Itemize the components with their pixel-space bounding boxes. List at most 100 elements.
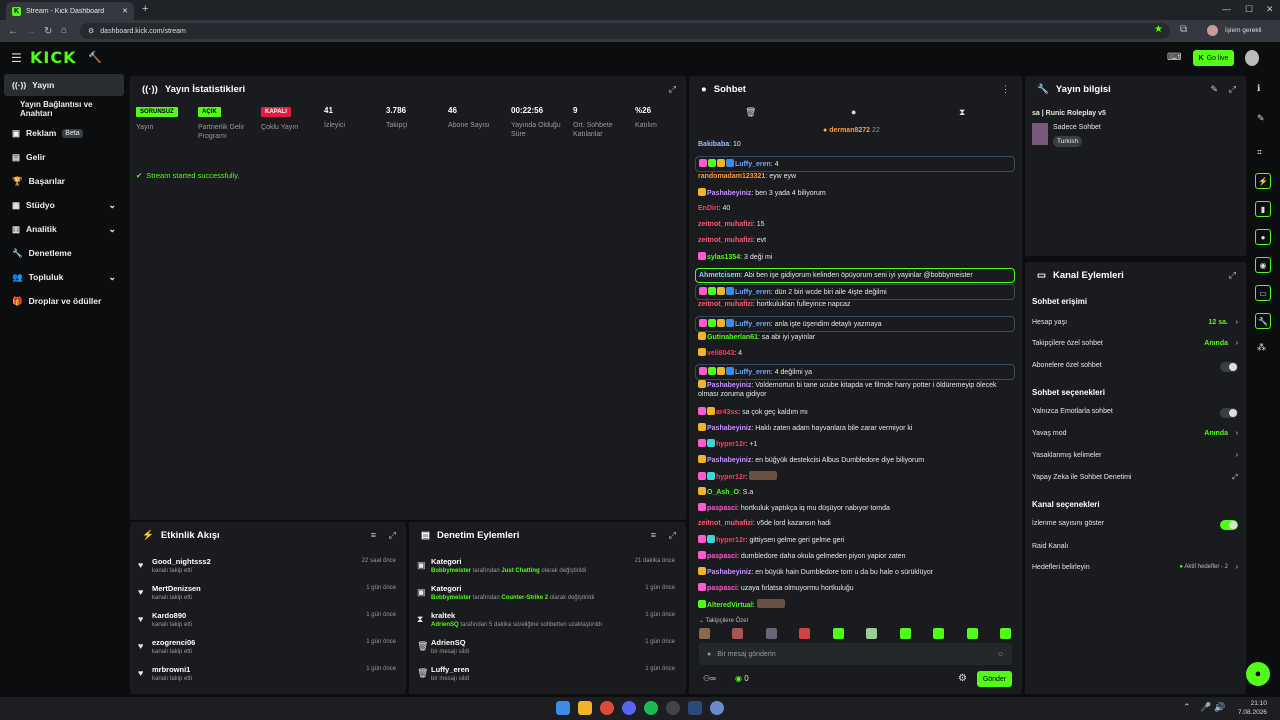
close-window-icon[interactable]: ✕ [1266, 4, 1274, 15]
chat-message[interactable]: AlteredVirtual: [698, 599, 1016, 610]
pencil-icon[interactable]: ✎ [1257, 113, 1265, 124]
discord-icon[interactable] [622, 701, 636, 715]
creator-tools-icon[interactable]: 🔨 [88, 51, 102, 64]
emote-icon[interactable] [799, 628, 811, 639]
sidebar-item-revenue[interactable]: ▤ Gelir [4, 146, 124, 168]
filter-icon[interactable]: ≡ [371, 530, 376, 540]
edit-icon[interactable]: ✎ [1210, 84, 1218, 95]
spotify-icon[interactable] [644, 701, 658, 715]
close-tab-icon[interactable]: ✕ [122, 7, 128, 15]
chat-message[interactable]: O_Ash_O: S.a [698, 487, 1016, 497]
chat-message[interactable]: Pashabeyiniz: en büyük hain Dumbledore t… [698, 567, 1016, 577]
emote-icon[interactable] [765, 628, 777, 639]
chat-username[interactable]: Luffy_eren [735, 369, 771, 376]
chat-username[interactable]: zeitnot_muhafizi [698, 301, 753, 308]
show-viewers-toggle[interactable] [1220, 520, 1238, 530]
monitor-icon[interactable]: ▭ [1255, 285, 1271, 301]
chat-input[interactable]: ● Bir mesaj gönderin ☺ [699, 643, 1012, 665]
gear-icon[interactable]: ⚙ [958, 673, 967, 684]
emote-icon[interactable] [899, 628, 911, 639]
popout-icon[interactable]: ⤢ [669, 530, 676, 541]
chat-username[interactable]: paspasci [707, 505, 737, 512]
account-age-row[interactable]: Hesap yaşı 12 sa. › [1032, 319, 1238, 333]
chrome-icon[interactable] [600, 701, 614, 715]
sidebar-item-moderation[interactable]: 🔧 Denetleme [4, 242, 124, 264]
user-avatar[interactable] [1245, 50, 1259, 66]
chat-username[interactable]: zeitnot_muhafizi [698, 520, 753, 527]
broadcast-icon[interactable]: ◉ [1255, 257, 1271, 273]
emote-icon[interactable] [999, 628, 1011, 639]
chat-message[interactable]: Luffy_eren: 4 [695, 156, 1015, 172]
chat-settings-icon[interactable]: ● [851, 107, 856, 117]
chat-username[interactable]: randomadam123321 [698, 173, 765, 180]
sidebar-item-stream-key[interactable]: Yayın Bağlantısı ve Anahtarı [4, 98, 124, 120]
chat-username[interactable]: Luffy_eren [735, 289, 771, 296]
forward-icon[interactable]: → [26, 26, 36, 37]
popout-icon[interactable]: ⤢ [1229, 270, 1236, 281]
emote-icon[interactable] [933, 628, 945, 639]
sidebar-item-achievements[interactable]: 🏆 Başarılar [4, 170, 124, 192]
chat-message[interactable]: Gutinaberlan61: sa abi iyi yayinlar [698, 332, 1016, 342]
chat-username[interactable]: Pashabeyiniz [707, 190, 751, 197]
ai-moderation-row[interactable]: Yapay Zeka ile Sohbet Denetimi ⤢ [1032, 474, 1238, 488]
chat-username[interactable]: EnDiri [698, 205, 719, 212]
more-options-icon[interactable]: ⋮ [1001, 84, 1010, 95]
chat-message[interactable]: paspasci: dumbledore daha okula gelmeden… [698, 551, 1016, 561]
kick-logo[interactable]: KICK [30, 48, 77, 67]
crop-icon[interactable]: ⌗ [1257, 147, 1262, 158]
popout-icon[interactable]: ⤢ [1229, 84, 1236, 95]
sidebar-item-drops[interactable]: 🎁 Droplar ve ödüller [4, 290, 124, 312]
file-explorer-icon[interactable] [578, 701, 592, 715]
chat-username[interactable]: zeitnot_muhafizi [698, 237, 753, 244]
chat-username[interactable]: paspasci [707, 585, 737, 592]
apps-icon[interactable]: ⁂ [1257, 342, 1266, 353]
app-icon[interactable] [666, 701, 680, 715]
chat-message[interactable]: EnDiri: 40 [698, 204, 1016, 213]
filter-icon[interactable]: ≡ [651, 530, 656, 540]
users-icon[interactable]: ⚇∞ [703, 674, 716, 683]
chat-message[interactable]: Pashabeyiniz: Voldemortun bi tane ucube … [698, 380, 1016, 399]
mic-icon[interactable]: 🎤 [1200, 702, 1211, 713]
send-button[interactable]: Gönder [977, 671, 1012, 687]
popout-icon[interactable]: ⤢ [389, 530, 396, 541]
popout-icon[interactable]: ⤢ [669, 84, 676, 95]
chat-username[interactable]: sylas1354 [707, 254, 740, 261]
chat-bubble-icon[interactable]: ● [1255, 229, 1271, 245]
sidebar-item-ads[interactable]: ▣ Reklam Beta [4, 122, 124, 144]
chat-username[interactable]: Pashabeyiniz [707, 569, 751, 576]
chat-message[interactable]: paspasci: hortkuluk yaptıkça iq mu düşüy… [698, 503, 1016, 513]
chat-message[interactable]: hyper12r: +1 [698, 439, 1016, 449]
info-icon[interactable]: ℹ [1257, 83, 1260, 94]
new-tab-button[interactable]: + [142, 3, 148, 15]
sidebar-item-community[interactable]: 👥 Topluluk ⌄ [4, 266, 124, 288]
emote-icon[interactable] [699, 628, 710, 639]
sidebar-item-analytics[interactable]: ▥ Analitik ⌄ [4, 218, 124, 240]
chat-username[interactable]: zeitnot_muhafizi [698, 221, 753, 228]
banned-words-row[interactable]: Yasaklanmış kelimeler › [1032, 452, 1238, 466]
chat-username[interactable]: hyper12r [716, 441, 746, 448]
chat-username[interactable]: Gutinaberlan61 [707, 334, 758, 341]
chat-message[interactable]: ar43ss: sa çok geç kaldım mı [698, 407, 1016, 417]
chat-username[interactable]: Pashabeyiniz [707, 457, 751, 464]
emote-icon[interactable] [866, 628, 878, 639]
chat-message[interactable]: Luffy_eren: anla işte üşendim detaylı ya… [695, 316, 1015, 332]
chat-username[interactable]: veli8043 [707, 350, 734, 357]
speaker-icon[interactable]: 🔊 [1214, 702, 1225, 713]
subscribers-only-toggle[interactable] [1220, 362, 1238, 372]
chat-message[interactable]: Luffy_eren: dün 2 biri wcde biri aile 4i… [695, 284, 1015, 300]
chat-username[interactable]: Pashabeyiniz [707, 382, 751, 389]
chat-message[interactable]: zeitnot_muhafizi: evt [698, 236, 1016, 245]
windows-start-icon[interactable] [556, 701, 570, 715]
chat-message[interactable]: Pashabeyiniz: Haklı zaten adam hayvanlar… [698, 423, 1016, 433]
sidebar-item-stream[interactable]: ((·)) Yayın [4, 74, 124, 96]
chat-message[interactable]: Pashabeyiniz: ben 3 yada 4 biliyorum [698, 188, 1016, 198]
chat-username[interactable]: hyper12r [716, 537, 746, 544]
chat-username[interactable]: Luffy_eren [735, 321, 771, 328]
chat-message[interactable]: zeitnot_muhafizi: 15 [698, 220, 1016, 229]
raid-row[interactable]: Raid Kanalı [1032, 543, 1238, 557]
chat-username[interactable]: Bakibaba [698, 141, 729, 148]
channel-points[interactable]: ◉ 0 [735, 674, 749, 683]
chat-message[interactable]: randomadam123321: eyw eyw [698, 172, 1016, 181]
chat-message[interactable]: hyper12r: gittiysen gelme geri gelme ger… [698, 535, 1016, 545]
chat-message[interactable]: paspasci: uzaya fırlatsa olmuyormu hortk… [698, 583, 1016, 593]
